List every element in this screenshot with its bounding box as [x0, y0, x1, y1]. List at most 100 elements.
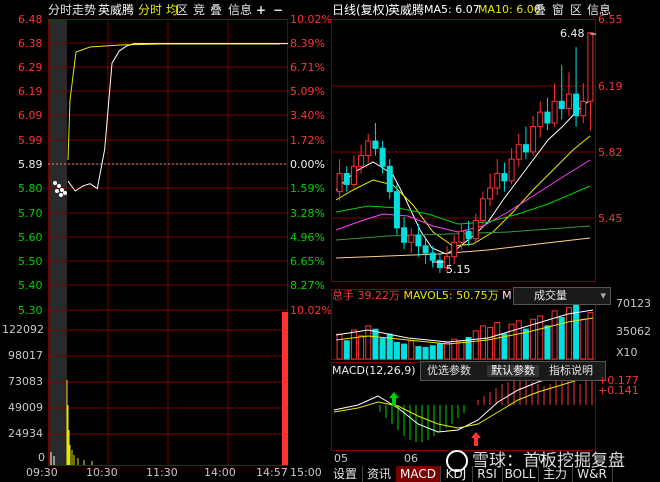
volume-value: 39.22万 [357, 289, 401, 302]
candle [522, 126, 529, 160]
volume-bar [343, 340, 350, 360]
menu-item-default-params[interactable]: 默认参数 [487, 365, 539, 377]
intraday-panel: 分时走势 英威腾 分时 均 区 竞 叠 信息 + − 6.48 6.38 6.2… [0, 0, 332, 482]
volume-bar [587, 312, 594, 360]
daily-price-tick: 6.19 [598, 80, 623, 93]
volume-extra: M [502, 289, 512, 302]
daily-chart [331, 19, 596, 451]
pct-tick: 6.71% [290, 61, 325, 74]
candle [565, 72, 572, 116]
indicator-dropdown-label: 成交量 [534, 289, 567, 302]
candle [336, 159, 343, 201]
macd-param-menu: 优选参数 默认参数 指标说明 [420, 361, 606, 381]
volume-bar [573, 300, 580, 360]
macd-tick: +0.141 [598, 384, 639, 397]
candle [436, 253, 443, 273]
sell-arrow-icon [471, 432, 481, 446]
candle [422, 238, 429, 264]
candle [587, 32, 594, 131]
close-volume-bar [282, 312, 288, 465]
volume-tick: 24934 [8, 427, 43, 440]
candle [465, 220, 472, 246]
volume-bar [501, 333, 508, 360]
month-tick: 05 [334, 452, 348, 465]
month-tick: 06 [404, 452, 418, 465]
pct-tick: 10.02% [290, 304, 332, 317]
volume-bar [544, 325, 551, 360]
volume-tick: X10 [616, 346, 638, 359]
volume-bar [487, 327, 494, 360]
menu-item-optimal-params[interactable]: 优选参数 [427, 365, 471, 377]
volume-bar [408, 340, 415, 360]
tab-news[interactable]: 资讯 [362, 466, 397, 482]
volume-bar [444, 341, 451, 360]
volume-bar [422, 346, 429, 360]
volume-tick: 122092 [2, 323, 44, 336]
volume-tick: 73083 [8, 375, 43, 388]
pct-tick: 3.40% [290, 109, 325, 122]
price-tick: 5.50 [18, 255, 43, 268]
tab-settings[interactable]: 设置 [328, 466, 363, 482]
candle [343, 166, 350, 192]
macd-dea-line [333, 375, 594, 429]
candle [415, 224, 422, 257]
daily-panel: 日线(复权) 英威腾 MA5: 6.07 MA10: 6.00 叠 窗 区 信息 [328, 0, 660, 482]
price-tick: 5.40 [18, 279, 43, 292]
daily-price-tick: 6.55 [598, 13, 623, 26]
tab-macd[interactable]: MACD [396, 466, 441, 482]
pct-tick: 3.28% [290, 207, 325, 220]
volume-label: 总手 [332, 289, 354, 302]
volume-bar [379, 337, 386, 360]
mavol5-label: MAVOL5: 50.75万 [403, 289, 499, 302]
pct-tick: 8.27% [290, 279, 325, 292]
daily-price-tick: 5.82 [598, 146, 623, 159]
time-tick: 14:57 [256, 466, 288, 479]
time-tick: 14:00 [204, 466, 236, 479]
volume-bar [393, 341, 400, 360]
menu-item-indicator-help[interactable]: 指标说明 [549, 365, 593, 377]
candle [580, 83, 587, 123]
volume-bar [565, 307, 572, 360]
volume-tick: 98017 [8, 349, 43, 362]
candle [515, 133, 522, 167]
price-tick: 6.09 [18, 109, 43, 122]
time-tick: 11:30 [146, 466, 178, 479]
macd-header: MACD(12,26,9) [332, 364, 416, 377]
high-marker: 6.48 [560, 27, 585, 40]
candle [501, 162, 508, 192]
pct-tick: 1.72% [290, 134, 325, 147]
volume-bar [580, 318, 587, 360]
volume-bar [472, 330, 479, 360]
volume-bar [336, 333, 343, 360]
pct-tick: 6.65% [290, 255, 325, 268]
time-tick: 15:00 [290, 466, 322, 479]
candle [350, 155, 357, 189]
intraday-grid [48, 19, 288, 466]
candle [365, 133, 372, 163]
volume-tick: 49009 [8, 401, 43, 414]
volume-bar [436, 343, 443, 360]
price-tick: 6.48 [18, 13, 43, 26]
pct-tick: 4.96% [290, 231, 325, 244]
candle [408, 227, 415, 254]
volume-tick: 0 [38, 451, 45, 464]
volume-bar [508, 323, 515, 360]
volume-bar [358, 335, 365, 360]
volume-bar [429, 345, 436, 360]
indicator-dropdown[interactable]: 成交量 ▾ [513, 287, 611, 305]
volume-bar [522, 328, 529, 360]
snowball-logo-icon [446, 450, 468, 472]
price-tick: 6.29 [18, 61, 43, 74]
price-tick: 5.70 [18, 207, 43, 220]
daily-price-tick: 5.45 [598, 212, 623, 225]
volume-bar [372, 328, 379, 360]
candle [537, 101, 544, 138]
pct-tick: 8.39% [290, 37, 325, 50]
price-tick: 6.19 [18, 85, 43, 98]
candle [494, 159, 501, 196]
volume-bar [479, 325, 486, 360]
volume-bar [401, 343, 408, 360]
price-tick: 5.30 [18, 304, 43, 317]
volume-tick: 35062 [616, 325, 651, 338]
time-tick: 09:30 [26, 466, 58, 479]
